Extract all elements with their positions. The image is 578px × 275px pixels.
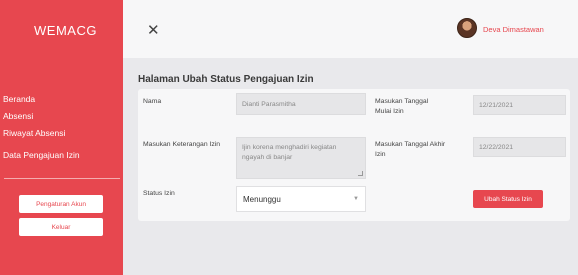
status-value: Menunggu <box>243 194 281 204</box>
note-label: Masukan Keterangan Izin <box>143 141 221 148</box>
end-date-label: Masukan Tanggal Akhir Izin <box>375 141 446 158</box>
account-settings-button[interactable]: Pengaturan Akun <box>19 195 103 213</box>
logout-button[interactable]: Keluar <box>19 218 103 236</box>
name-field[interactable]: Dianti Parasmitha <box>236 93 366 115</box>
status-label: Status Izin <box>143 190 175 197</box>
page-title: Halaman Ubah Status Pengajuan Izin <box>138 74 314 85</box>
sidebar-item-beranda[interactable]: Beranda <box>3 94 35 104</box>
update-status-button[interactable]: Ubah Status Izin <box>473 190 543 208</box>
sidebar-item-riwayat-absensi[interactable]: Riwayat Absensi <box>3 128 65 138</box>
note-textarea[interactable]: Ijin korena menghadiri kegiatan ngayah d… <box>236 137 366 179</box>
app-logo: WEMACG <box>34 23 97 38</box>
resize-handle[interactable] <box>358 171 363 176</box>
sidebar-item-absensi[interactable]: Absensi <box>3 111 33 121</box>
name-label: Nama <box>143 98 162 105</box>
chevron-down-icon: ▼ <box>353 196 359 202</box>
close-icon[interactable]: ✕ <box>147 23 160 38</box>
sidebar: WEMACG Beranda Absensi Riwayat Absensi D… <box>0 0 123 275</box>
username[interactable]: Deva Dimastawan <box>483 25 544 34</box>
note-text: Ijin korena menghadiri kegiatan ngayah d… <box>242 144 337 161</box>
sidebar-item-data-pengajuan-izin[interactable]: Data Pengajuan Izin <box>3 150 80 160</box>
sidebar-divider <box>4 178 120 179</box>
status-select[interactable]: Menunggu ▼ <box>236 186 366 212</box>
end-date-field[interactable]: 12/22/2021 <box>473 137 566 157</box>
start-date-field[interactable]: 12/21/2021 <box>473 95 566 115</box>
avatar[interactable] <box>457 18 477 38</box>
start-date-label: Masukan Tanggal Mulai Izin <box>375 98 429 115</box>
